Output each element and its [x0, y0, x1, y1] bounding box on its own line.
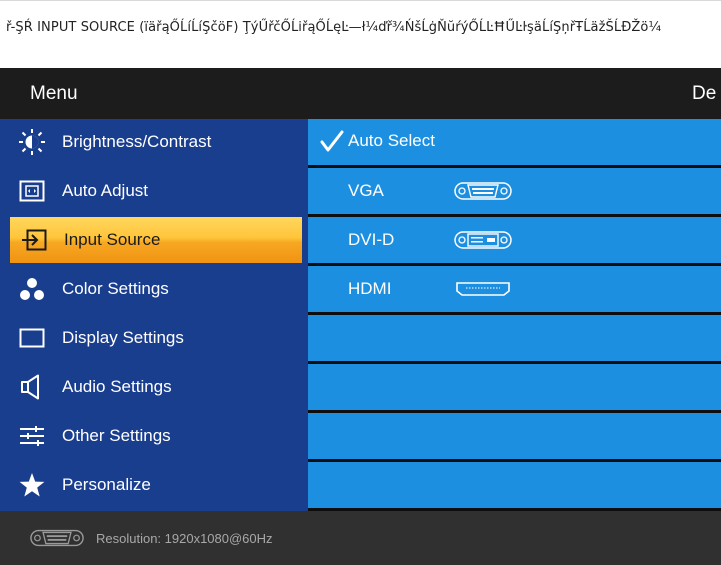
brightness-icon [18, 128, 46, 156]
menu-item-display-settings[interactable]: Display Settings [8, 315, 300, 361]
menu-item-label: Audio Settings [62, 377, 172, 396]
checkmark-icon [320, 129, 344, 158]
dvi-connector-icon [454, 230, 512, 255]
submenu-empty-row [308, 462, 721, 508]
submenu-item-dvi-d[interactable]: DVI-D [308, 217, 721, 263]
speaker-icon [18, 373, 46, 401]
menu-item-label: Display Settings [62, 328, 184, 347]
input-source-icon [20, 226, 48, 254]
page-caption: ř-ŞŔ INPUT SOURCE (ïäřąŐĹíĹíŞčöF) ŢýŰřčŐ… [6, 20, 662, 35]
menu-item-brightness-contrast[interactable]: Brightness/Contrast [8, 119, 300, 165]
osd-menu: Menu De Brightness/Contrast Auto Adjust … [0, 68, 721, 565]
submenu-empty-row [308, 315, 721, 361]
auto-adjust-icon [18, 177, 46, 205]
top-rule [0, 0, 721, 1]
menu-item-label: Input Source [64, 230, 161, 249]
header-right-text: De [692, 83, 717, 104]
submenu-item-hdmi[interactable]: HDMI [308, 266, 721, 312]
color-settings-icon [18, 275, 46, 303]
resolution-text: Resolution: 1920x1080@60Hz [96, 531, 273, 546]
osd-footer: Resolution: 1920x1080@60Hz [0, 511, 721, 565]
submenu-item-label: HDMI [348, 279, 392, 298]
submenu-item-label: Auto Select [348, 131, 435, 150]
osd-header: Menu De [0, 68, 721, 119]
display-settings-icon [18, 324, 46, 352]
submenu-empty-row [308, 413, 721, 459]
menu-item-audio-settings[interactable]: Audio Settings [8, 364, 300, 410]
submenu-panel: Auto Select VGA DVI-D HDMI [308, 119, 721, 511]
menu-item-label: Color Settings [62, 279, 169, 298]
main-menu-panel: Brightness/Contrast Auto Adjust Input So… [0, 119, 308, 511]
submenu-item-auto-select[interactable]: Auto Select [308, 119, 721, 165]
submenu-empty-row [308, 364, 721, 410]
submenu-item-label: VGA [348, 181, 384, 200]
menu-item-label: Auto Adjust [62, 181, 149, 200]
hdmi-connector-icon [454, 279, 512, 304]
submenu-item-label: DVI-D [348, 230, 395, 249]
menu-item-color-settings[interactable]: Color Settings [8, 266, 300, 312]
menu-item-other-settings[interactable]: Other Settings [8, 413, 300, 459]
other-settings-icon [18, 422, 46, 450]
vga-connector-icon [30, 528, 84, 553]
menu-item-label: Personalize [62, 475, 151, 494]
submenu-item-vga[interactable]: VGA [308, 168, 721, 214]
menu-item-auto-adjust[interactable]: Auto Adjust [8, 168, 300, 214]
menu-title: Menu [30, 83, 78, 104]
menu-item-personalize[interactable]: Personalize [8, 462, 300, 508]
star-icon [18, 471, 46, 499]
menu-item-label: Brightness/Contrast [62, 132, 212, 151]
menu-item-input-source[interactable]: Input Source [10, 217, 302, 263]
vga-connector-icon [454, 181, 512, 206]
menu-item-label: Other Settings [62, 426, 171, 445]
